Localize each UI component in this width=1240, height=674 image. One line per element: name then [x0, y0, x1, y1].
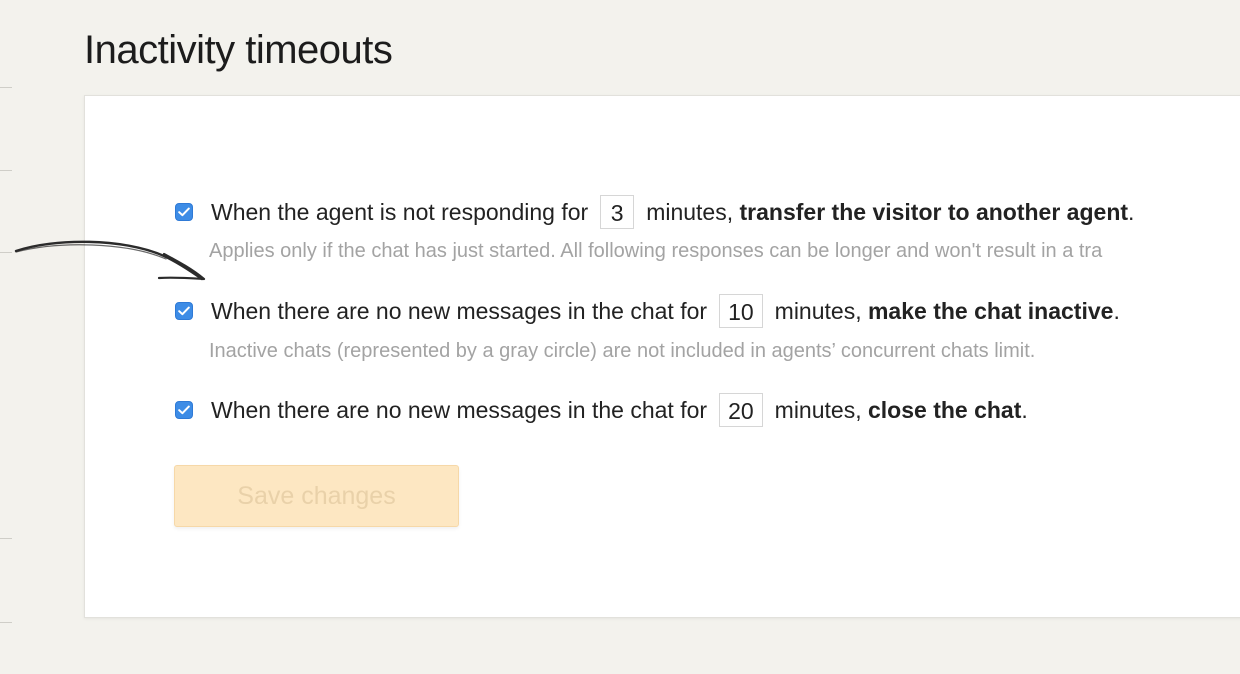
agent-not-responding-checkbox[interactable] [175, 203, 193, 221]
agent-timeout-minutes-input[interactable]: 3 [600, 195, 635, 229]
inactive-timeout-minutes-input[interactable]: 10 [719, 294, 763, 328]
side-tick-mark [0, 252, 12, 253]
setting-row-close-chat: When there are no new messages in the ch… [175, 392, 1028, 428]
setting-suffix: minutes, [646, 198, 740, 225]
setting-prefix: When there are no new messages in the ch… [211, 396, 708, 423]
page-title: Inactivity timeouts [84, 28, 393, 72]
settings-panel: When the agent is not responding for 3 m… [84, 95, 1240, 618]
side-tick-mark [0, 87, 12, 88]
checkmark-icon [178, 306, 190, 316]
checkmark-icon [178, 207, 190, 217]
side-tick-mark [0, 538, 12, 539]
setting-suffix: minutes, [774, 297, 868, 324]
close-timeout-minutes-input[interactable]: 20 [719, 393, 763, 427]
side-tick-mark [0, 170, 12, 171]
setting-end: . [1021, 396, 1028, 423]
save-changes-button[interactable]: Save changes [174, 465, 459, 527]
setting-hint: Applies only if the chat has just starte… [209, 240, 1103, 262]
close-chat-checkbox[interactable] [175, 401, 193, 419]
setting-end: . [1113, 297, 1120, 324]
setting-row-agent-not-responding: When the agent is not responding for 3 m… [175, 194, 1134, 230]
setting-prefix: When there are no new messages in the ch… [211, 297, 708, 324]
setting-action: transfer the visitor to another agent [739, 198, 1129, 225]
setting-action: make the chat inactive [867, 297, 1114, 324]
hand-drawn-arrow-icon [14, 240, 206, 281]
setting-hint: Inactive chats (represented by a gray ci… [209, 340, 1036, 362]
setting-end: . [1128, 198, 1135, 225]
setting-prefix: When the agent is not responding for [211, 198, 589, 225]
checkmark-icon [178, 405, 190, 415]
setting-row-make-inactive: When there are no new messages in the ch… [175, 293, 1120, 329]
side-tick-mark [0, 622, 12, 623]
make-inactive-checkbox[interactable] [175, 302, 193, 320]
setting-action: close the chat [867, 396, 1022, 423]
setting-suffix: minutes, [774, 396, 868, 423]
